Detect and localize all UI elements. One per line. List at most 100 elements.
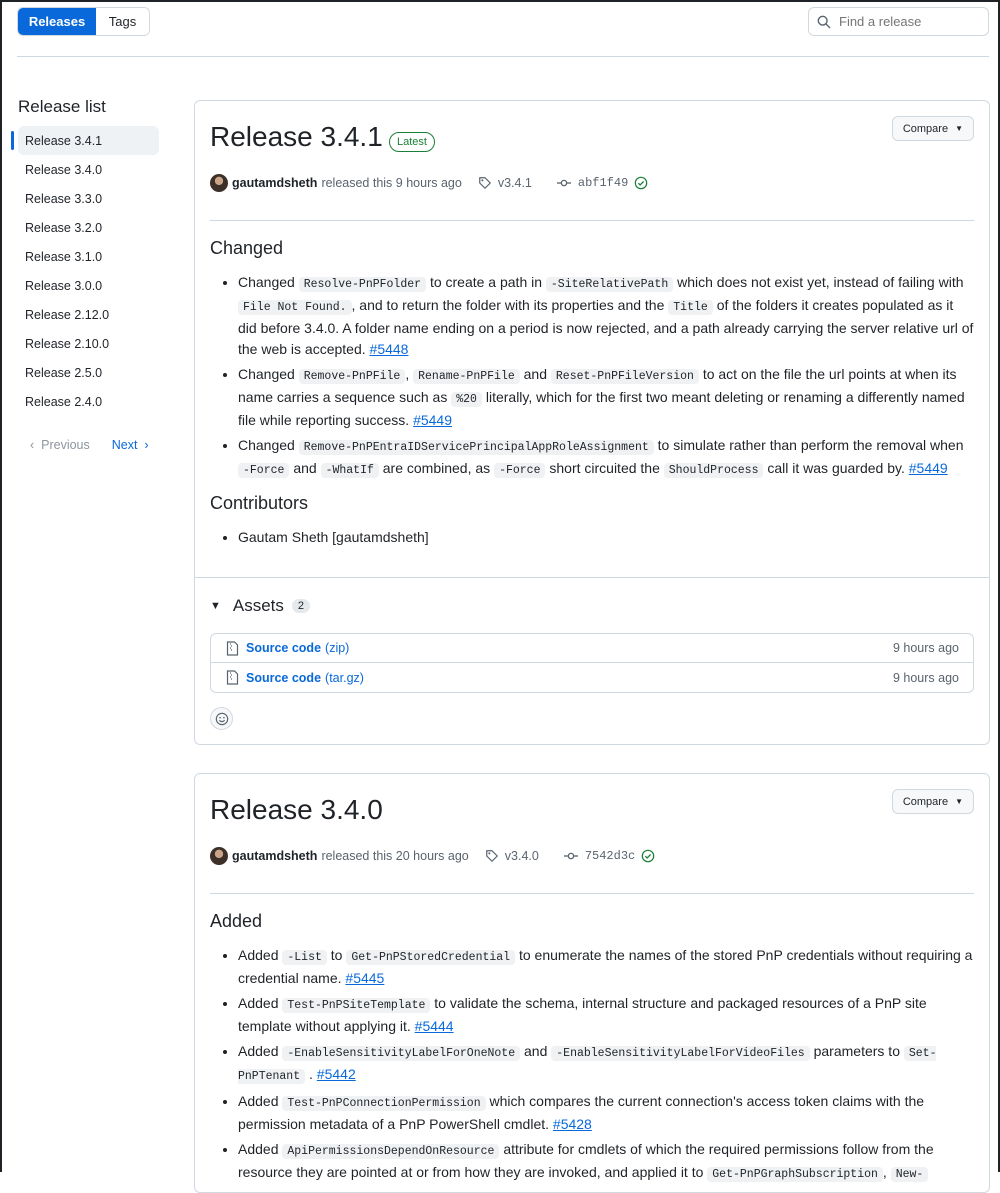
sidebar-item-release-2-12-0[interactable]: Release 2.12.0: [18, 300, 159, 329]
release-meta: gautamdsheth released this 20 hours ago …: [210, 847, 661, 865]
assets-count-badge: 2: [291, 599, 311, 613]
sidebar-item-release-3-3-0[interactable]: Release 3.3.0: [18, 184, 159, 213]
release-title[interactable]: Release 3.4.0: [210, 794, 383, 826]
sidebar-title: Release list: [18, 97, 106, 116]
asset-time: 9 hours ago: [892, 641, 959, 655]
add-reaction-button[interactable]: [210, 707, 233, 730]
list-item: Changed Remove-PnPEntraIDServicePrincipa…: [238, 435, 974, 481]
previous-label: Previous: [41, 438, 90, 452]
releases-tags-toggle: Releases Tags: [17, 7, 150, 36]
assets-heading: Assets: [232, 596, 284, 615]
changed-list: Changed Resolve-PnPFolder to create a pa…: [210, 272, 974, 485]
commit-icon: [563, 852, 578, 860]
list-item: Added Test-PnPConnectionPermission which…: [238, 1091, 974, 1135]
tag-icon: [485, 850, 498, 862]
compare-label: Compare: [902, 795, 949, 808]
triangle-down-icon: ▼: [210, 600, 221, 612]
next-button[interactable]: Next ›: [112, 438, 149, 452]
added-heading: Added: [210, 911, 263, 931]
asset-row[interactable]: Source code (tar.gz) 9 hours ago: [211, 663, 973, 692]
caret-down-icon: ▼: [955, 124, 963, 133]
release-list: Release 3.4.1 Release 3.4.0 Release 3.3.…: [11, 126, 159, 416]
contributors-heading: Contributors: [210, 493, 309, 513]
added-list: Added -List to Get-PnPStoredCredential t…: [210, 945, 974, 1189]
sidebar-item-release-2-5-0[interactable]: Release 2.5.0: [18, 358, 159, 387]
divider: [195, 577, 989, 578]
divider: [210, 220, 974, 221]
asset-ext[interactable]: (tar.gz): [325, 671, 364, 685]
sidebar-item-release-3-0-0[interactable]: Release 3.0.0: [18, 271, 159, 300]
search-box[interactable]: [808, 7, 989, 36]
avatar[interactable]: [210, 174, 228, 192]
commit-label: 7542d3c: [584, 849, 636, 863]
author-link[interactable]: gautamdsheth: [232, 176, 317, 190]
commit-link[interactable]: 7542d3c: [563, 849, 661, 863]
sidebar-item-release-3-2-0[interactable]: Release 3.2.0: [18, 213, 159, 242]
commit-icon: [556, 179, 571, 187]
list-item: Added -EnableSensitivityLabelForOneNote …: [238, 1041, 974, 1087]
avatar[interactable]: [210, 847, 228, 865]
compare-button[interactable]: Compare ▼: [891, 116, 974, 141]
tag-link[interactable]: v3.4.1: [478, 176, 532, 190]
previous-button[interactable]: ‹ Previous: [30, 438, 90, 452]
pr-link[interactable]: #5449: [909, 460, 948, 476]
zip-file-icon: [226, 670, 239, 685]
asset-time: 9 hours ago: [892, 670, 959, 685]
latest-badge: Latest: [389, 132, 435, 152]
release-title[interactable]: Release 3.4.1: [210, 121, 383, 153]
chevron-right-icon: ›: [144, 438, 149, 452]
commit-label: abf1f49: [577, 176, 629, 190]
asset-name-link[interactable]: Source code: [246, 671, 321, 685]
contributors-list: Gautam Sheth [gautamdsheth]: [210, 527, 974, 552]
released-text: released this 9 hours ago: [321, 176, 462, 190]
sidebar-item-release-3-4-0[interactable]: Release 3.4.0: [18, 155, 159, 184]
sidebar-item-release-2-10-0[interactable]: Release 2.10.0: [18, 329, 159, 358]
list-item: Changed Remove-PnPFile, Rename-PnPFile a…: [238, 364, 974, 431]
list-item: Added -List to Get-PnPStoredCredential t…: [238, 945, 974, 989]
next-label: Next: [111, 438, 138, 452]
tag-link[interactable]: v3.4.0: [485, 849, 539, 863]
sidebar-item-release-3-4-1[interactable]: Release 3.4.1: [11, 126, 159, 155]
pr-link[interactable]: #5428: [553, 1116, 592, 1132]
pr-link[interactable]: #5448: [370, 341, 409, 357]
changed-heading: Changed: [210, 238, 284, 258]
pr-link[interactable]: #5442: [317, 1066, 356, 1082]
tab-tags[interactable]: Tags: [96, 8, 149, 35]
commit-link[interactable]: abf1f49: [556, 176, 654, 190]
top-divider: [17, 56, 989, 57]
asset-row[interactable]: Source code (zip) 9 hours ago: [211, 634, 973, 663]
sidebar-item-release-2-4-0[interactable]: Release 2.4.0: [18, 387, 159, 416]
assets-toggle[interactable]: ▼ Assets 2: [210, 596, 311, 616]
caret-down-icon: ▼: [955, 797, 963, 806]
zip-file-icon: [226, 640, 239, 656]
release-card-3-4-0: Release 3.4.0 Compare ▼ gautamdsheth rel…: [194, 773, 990, 1193]
asset-name-link[interactable]: Source code: [246, 641, 321, 655]
pr-link[interactable]: #5444: [415, 1018, 454, 1034]
compare-button[interactable]: Compare ▼: [891, 789, 974, 814]
tag-label: v3.4.1: [497, 176, 532, 190]
list-item: Added ApiPermissionsDependOnResource att…: [238, 1139, 974, 1185]
pr-link[interactable]: #5445: [345, 970, 384, 986]
contributor-item: Gautam Sheth [gautamdsheth]: [238, 527, 974, 548]
tab-releases[interactable]: Releases: [18, 8, 96, 35]
release-card-3-4-1: Release 3.4.1 Latest Compare ▼ gautamdsh…: [194, 100, 990, 745]
list-item: Changed Resolve-PnPFolder to create a pa…: [238, 272, 974, 360]
compare-label: Compare: [902, 122, 949, 135]
verified-check-icon: [641, 849, 655, 863]
search-input[interactable]: [837, 13, 977, 30]
asset-ext[interactable]: (zip): [325, 641, 349, 655]
released-text: released this 20 hours ago: [321, 849, 469, 863]
tag-icon: [478, 177, 491, 189]
pagination: ‹ Previous Next ›: [30, 438, 149, 452]
release-meta: gautamdsheth released this 9 hours ago v…: [210, 174, 654, 192]
divider: [210, 893, 974, 894]
smiley-icon: [215, 712, 228, 725]
pr-link[interactable]: #5449: [413, 412, 452, 428]
sidebar-item-release-3-1-0[interactable]: Release 3.1.0: [18, 242, 159, 271]
assets-list: Source code (zip) 9 hours ago Source cod…: [210, 633, 974, 693]
list-item: Added Test-PnPSiteTemplate to validate t…: [238, 993, 974, 1037]
search-icon: [817, 15, 831, 28]
chevron-left-icon: ‹: [30, 438, 35, 452]
author-link[interactable]: gautamdsheth: [232, 849, 317, 863]
verified-check-icon: [634, 176, 648, 190]
